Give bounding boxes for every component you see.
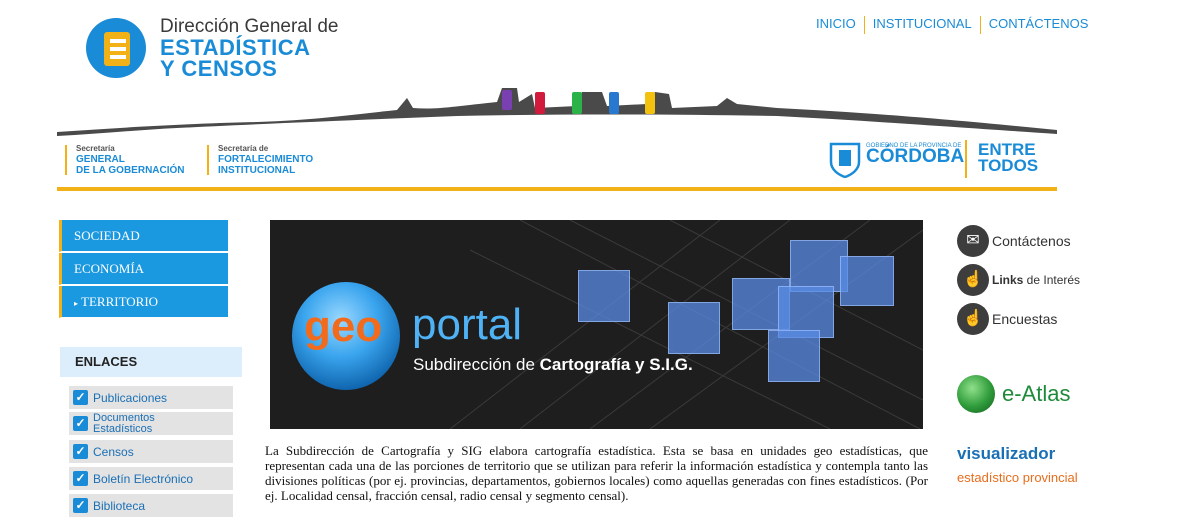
menu-territorio[interactable]: ▸ TERRITORIO: [59, 286, 228, 318]
enlace-label: Publicaciones: [93, 391, 168, 405]
enlace-biblioteca[interactable]: ✓ Biblioteca: [69, 494, 233, 518]
nav-institucional[interactable]: INSTITUCIONAL: [865, 16, 980, 34]
skyline-green-figure: [572, 92, 582, 114]
checkmark-icon: ✓: [73, 471, 88, 486]
envelope-icon: ✉: [957, 225, 989, 257]
enlace-boletin[interactable]: ✓ Boletín Electrónico: [69, 467, 233, 491]
secretaria-fort-line1: FORTALECIMIENTO: [218, 154, 314, 165]
geoportal-banner: geo portal Subdirección de Cartografía y…: [270, 220, 923, 429]
secretaria-fortalecimiento: Secretaría de FORTALECIMIENTO INSTITUCIO…: [218, 143, 313, 176]
secretaria-general-line1: GENERAL: [76, 154, 125, 165]
cordoba-separator: [965, 140, 967, 178]
menu-arrow-icon: ▸: [74, 299, 79, 308]
enlace-label: Documentos Estadísticos: [93, 412, 155, 435]
description-text: La Subdirección de Cartografía y SIG ela…: [265, 443, 928, 503]
entre-todos-logo: ENTRE TODOS: [978, 141, 1039, 175]
map-square: [668, 302, 720, 354]
city-skyline-banner: [57, 88, 1057, 136]
portal-word: portal: [412, 300, 523, 349]
checkmark-icon: ✓: [73, 390, 88, 405]
visualizador-link[interactable]: visualizador: [957, 444, 1055, 464]
logo-title-line3: Y CENSOS: [160, 56, 278, 81]
checkmark-icon: ✓: [73, 498, 88, 513]
enlace-label: Censos: [93, 445, 134, 459]
atlas-globe-icon[interactable]: [957, 375, 995, 413]
checkmark-icon: ✓: [73, 416, 88, 431]
secretaria-general-small: Secretaría: [76, 144, 115, 153]
menu-sociedad[interactable]: SOCIEDAD: [59, 220, 228, 252]
map-square: [768, 330, 820, 382]
secretaria-fort-line2: INSTITUCIONAL: [218, 165, 296, 176]
logo-e-icon: [104, 32, 130, 66]
skyline-red-figure: [535, 92, 545, 114]
secretaria-fort-small: Secretaría de: [218, 144, 269, 153]
enlace-publicaciones[interactable]: ✓ Publicaciones: [69, 386, 233, 410]
map-square: [578, 270, 630, 322]
todos-label: TODOS: [978, 156, 1039, 175]
enlace-documentos[interactable]: ✓ Documentos Estadísticos: [69, 412, 233, 436]
geo-word: geo: [304, 302, 383, 351]
skyline-purple-figure: [502, 90, 512, 110]
banner-subtitle: Subdirección de Cartografía y S.I.G.: [413, 355, 693, 374]
hand-pointer-icon: ☝: [957, 303, 989, 335]
header-divider: [57, 187, 1057, 191]
top-nav: INICIO INSTITUCIONAL CONTÁCTENOS: [808, 16, 1096, 34]
visualizador-subtitle: estadístico provincial: [957, 470, 1078, 485]
menu-economia[interactable]: ECONOMÍA: [59, 253, 228, 285]
secretaria-bar: [207, 145, 209, 175]
secretaria-general-line2: DE LA GOBERNACIÓN: [76, 165, 185, 176]
hand-pointer-icon: ☝: [957, 264, 989, 296]
cordoba-label: CÓRDOBA: [866, 146, 965, 167]
contactenos-label: Contáctenos: [992, 233, 1071, 249]
skyline-yellow-figure: [645, 92, 655, 114]
map-square: [840, 256, 894, 306]
secretaria-bar: [65, 145, 67, 175]
secretaria-general: Secretaría GENERAL DE LA GOBERNACIÓN: [76, 143, 185, 176]
cordoba-shield-icon: [829, 142, 861, 178]
nav-inicio[interactable]: INICIO: [808, 16, 864, 34]
enlace-censos[interactable]: ✓ Censos: [69, 440, 233, 464]
enlaces-heading: ENLACES: [60, 347, 242, 377]
links-label: Links de Interés: [992, 273, 1081, 287]
enlace-label: Boletín Electrónico: [93, 472, 194, 486]
nav-contactenos[interactable]: CONTÁCTENOS: [981, 16, 1097, 34]
checkmark-icon: ✓: [73, 444, 88, 459]
enlace-label: Biblioteca: [93, 499, 146, 513]
menu-territorio-label: TERRITORIO: [81, 294, 159, 309]
encuestas-label: Encuestas: [992, 311, 1058, 327]
skyline-blue-figure: [609, 92, 619, 114]
e-atlas-link[interactable]: e-Atlas: [1002, 381, 1070, 407]
